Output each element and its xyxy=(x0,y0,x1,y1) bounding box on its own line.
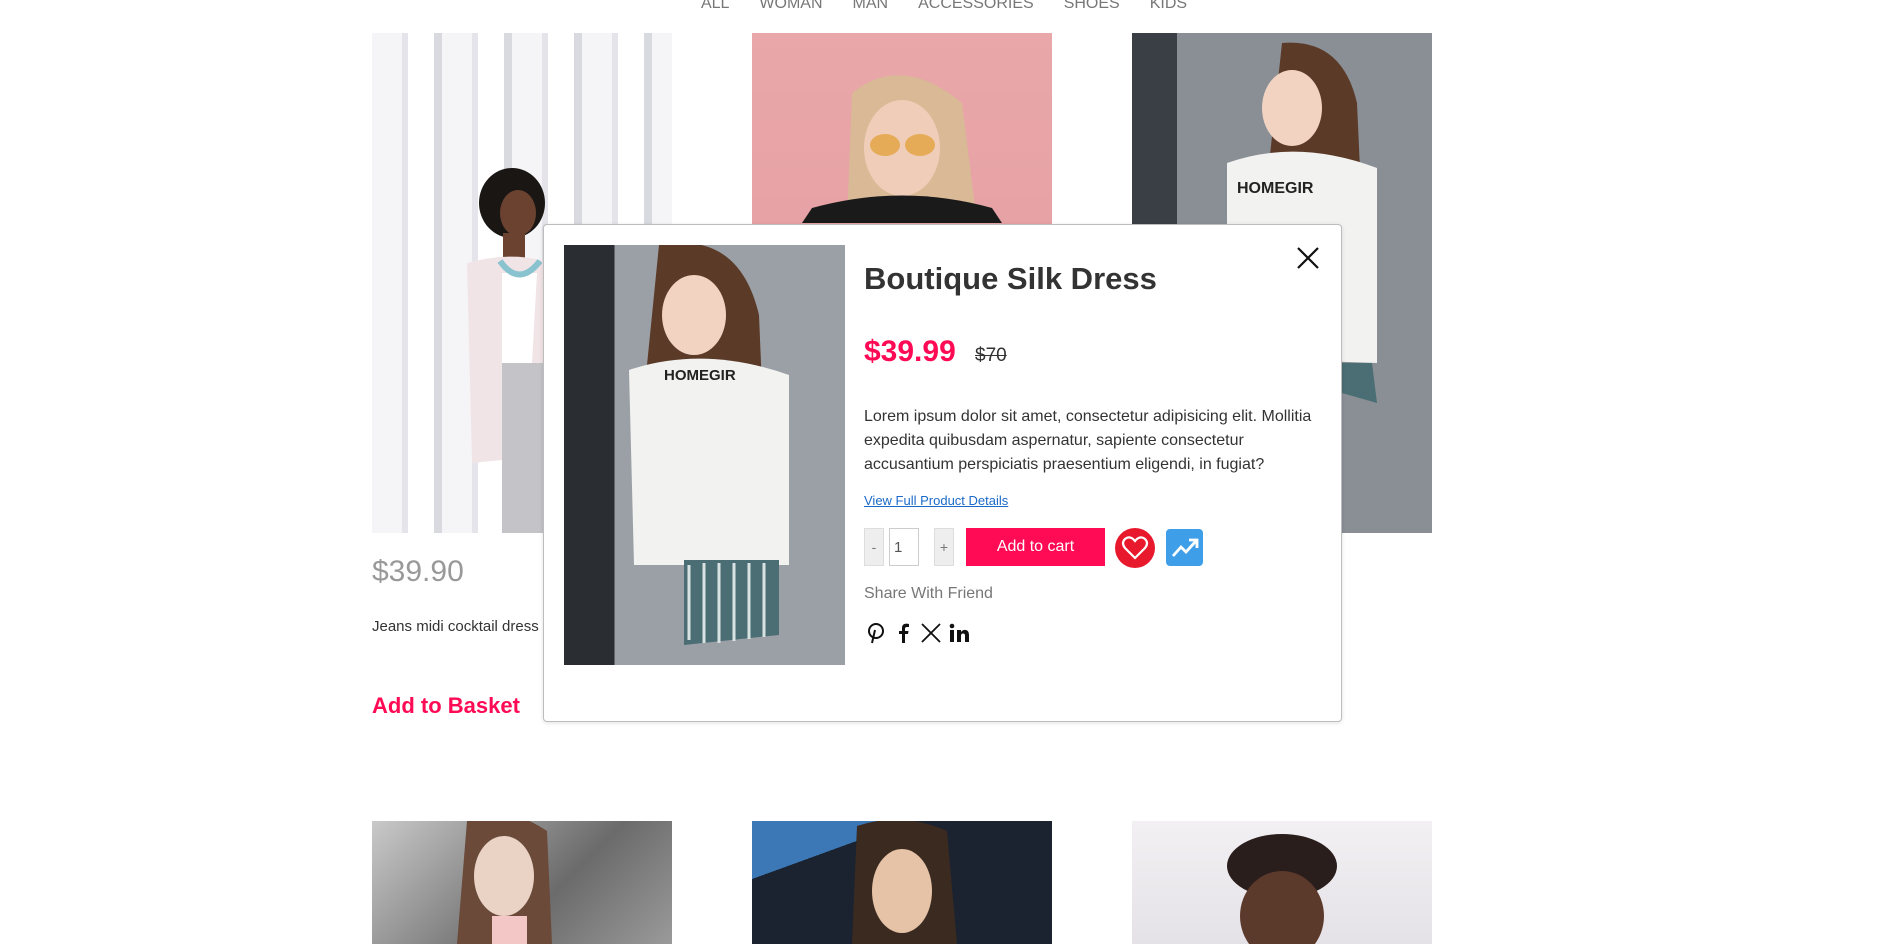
product-photo xyxy=(1227,834,1337,944)
product-card xyxy=(752,821,1052,944)
product-photo xyxy=(852,821,957,944)
qty-increment-button[interactable]: + xyxy=(934,528,954,566)
facebook-icon[interactable] xyxy=(891,621,915,645)
nav-item-man[interactable]: MAN xyxy=(838,0,904,16)
trending-up-icon[interactable] xyxy=(1166,529,1203,566)
heart-icon[interactable] xyxy=(1115,528,1155,568)
quantity-input[interactable] xyxy=(889,528,919,566)
modal-product-image: HOMEGIR xyxy=(564,245,845,665)
product-photo xyxy=(457,821,552,944)
view-details-link[interactable]: View Full Product Details xyxy=(864,493,1008,508)
product-image[interactable] xyxy=(372,821,672,944)
close-icon[interactable] xyxy=(1295,245,1321,271)
modal-product-title: Boutique Silk Dress xyxy=(864,261,1157,296)
qty-decrement-button[interactable]: - xyxy=(864,528,884,566)
modal-description: Lorem ipsum dolor sit amet, consectetur … xyxy=(864,408,1312,473)
x-icon[interactable] xyxy=(919,621,943,645)
category-nav: ALL WOMAN MAN ACCESSORIES SHOES KIDS xyxy=(0,0,1888,16)
modal-original-price: $70 xyxy=(975,345,1007,366)
add-to-basket-button[interactable]: Add to Basket xyxy=(372,693,520,719)
add-to-cart-button[interactable]: Add to cart xyxy=(966,528,1105,566)
product-card xyxy=(1132,821,1432,944)
nav-item-kids[interactable]: KIDS xyxy=(1135,0,1202,16)
modal-sale-price: $39.99 xyxy=(864,335,956,368)
product-price: $39.90 xyxy=(372,555,464,588)
nav-item-shoes[interactable]: SHOES xyxy=(1049,0,1135,16)
product-image[interactable] xyxy=(752,821,1052,944)
nav-item-woman[interactable]: WOMAN xyxy=(744,0,837,16)
quick-view-modal: HOMEGIR Boutique Silk Dress $39.99 $70 L… xyxy=(543,224,1342,722)
linkedin-icon[interactable] xyxy=(947,621,971,645)
product-card xyxy=(372,821,672,944)
share-label: Share With Friend xyxy=(864,585,993,602)
shirt-print: HOMEGIR xyxy=(1237,180,1314,197)
nav-item-all[interactable]: ALL xyxy=(686,0,744,16)
pinterest-icon[interactable] xyxy=(864,621,888,645)
product-photo: HOMEGIR xyxy=(564,245,789,665)
shirt-print: HOMEGIR xyxy=(664,367,736,384)
product-image[interactable] xyxy=(1132,821,1432,944)
nav-item-accessories[interactable]: ACCESSORIES xyxy=(903,0,1049,16)
product-name: Jeans midi cocktail dress xyxy=(372,618,539,635)
